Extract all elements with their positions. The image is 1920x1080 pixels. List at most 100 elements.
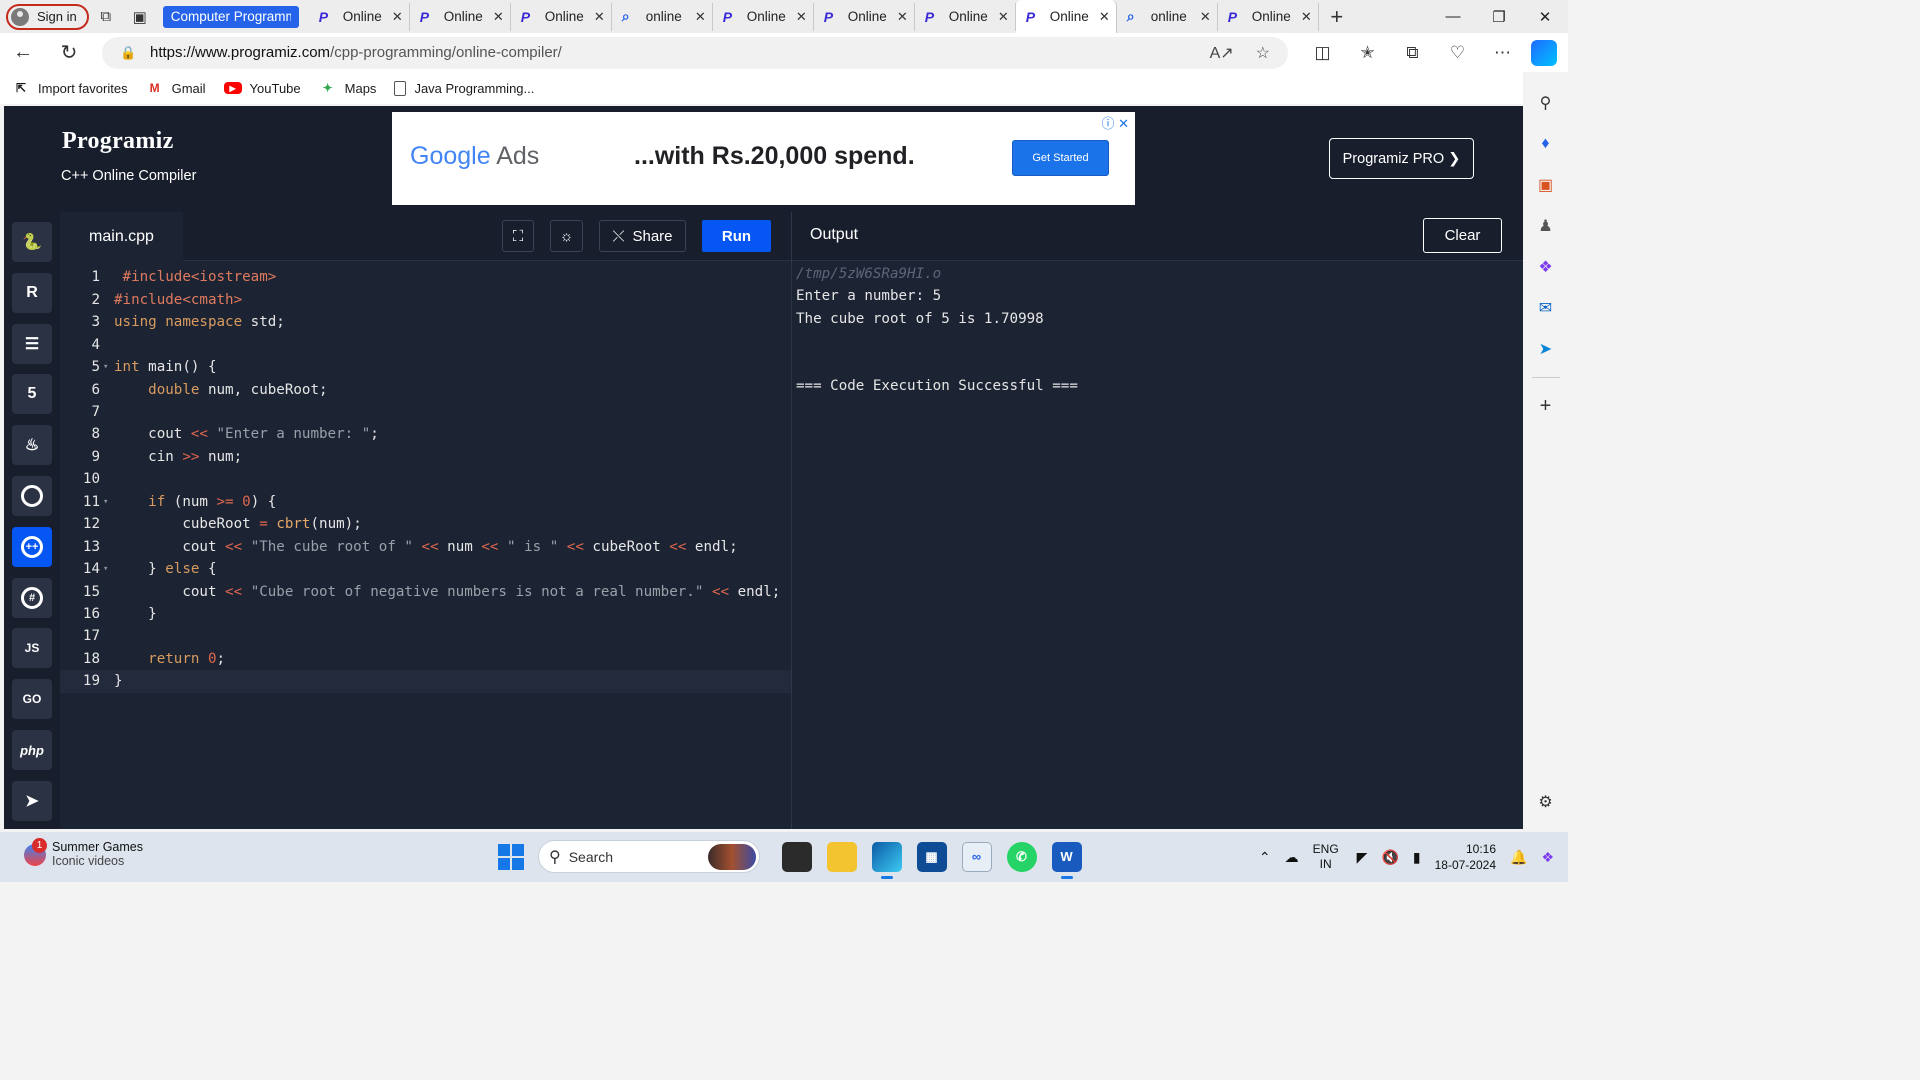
fold-arrow-icon[interactable]: ▾ [100, 564, 114, 574]
code-line[interactable]: 1 #include<iostream> [60, 266, 791, 289]
taskbar-search[interactable]: ⚲ Search [538, 840, 760, 873]
sidebar-outlook-icon[interactable]: ✉ [1539, 287, 1552, 328]
language-cpp-button[interactable]: ++ [12, 526, 52, 567]
browser-tab[interactable]: P Online ✕ [1218, 2, 1319, 31]
sidebar-copilot-icon[interactable]: ❖ [1538, 246, 1552, 287]
browser-tab[interactable]: P Online ✕ [713, 2, 814, 31]
lock-icon[interactable]: 🔒 [120, 45, 136, 61]
favorites-icon[interactable]: ✭ [1345, 43, 1390, 63]
code-line[interactable]: 7 [60, 401, 791, 424]
browser-tab[interactable]: Computer Programmin [162, 5, 299, 28]
close-tab-icon[interactable]: ✕ [796, 9, 807, 25]
bookmark-java-programming[interactable]: Java Programming... [394, 80, 534, 96]
browser-tab[interactable]: ⌕ online ✕ [612, 2, 713, 31]
sidebar-add-icon[interactable]: + [1540, 386, 1552, 427]
browser-tab[interactable]: P Online ✕ [1015, 0, 1117, 33]
new-tab-button[interactable]: + [1319, 4, 1355, 30]
favorite-star-icon[interactable]: ☆ [1256, 43, 1270, 63]
language-java-button[interactable]: ♨ [12, 425, 52, 466]
volume-muted-icon[interactable]: 🔇 [1381, 849, 1398, 866]
ad-get-started-button[interactable]: Get Started [1012, 140, 1109, 176]
wifi-icon[interactable]: ◤ [1357, 849, 1368, 866]
close-tab-icon[interactable]: ✕ [392, 9, 403, 25]
language-c-button[interactable] [12, 476, 52, 516]
widgets-button[interactable]: 1 Summer Games Iconic videos [24, 838, 143, 868]
language-csharp-button[interactable]: # [12, 577, 52, 618]
clear-button[interactable]: Clear [1423, 218, 1502, 253]
browser-tab[interactable]: P Online ✕ [814, 2, 915, 31]
whatsapp-icon[interactable]: ✆ [1006, 841, 1037, 872]
fold-arrow-icon[interactable]: ▾ [100, 362, 114, 372]
collections-icon[interactable]: ⧉ [1390, 43, 1435, 63]
code-line[interactable]: 5 ▾ int main() { [60, 356, 791, 379]
language-php-button[interactable]: php [12, 730, 52, 770]
close-tab-icon[interactable]: ✕ [1200, 9, 1211, 25]
vpn-app-icon[interactable]: ∞ [961, 841, 992, 872]
bookmark-import-favorites[interactable]: ⇱ Import favorites [12, 80, 128, 96]
share-button[interactable]: ⤬ Share [599, 220, 686, 252]
clock[interactable]: 10:16 18-07-2024 [1435, 841, 1496, 873]
language-go-button[interactable]: GO [12, 679, 52, 720]
copilot-icon[interactable] [1531, 39, 1557, 66]
more-menu-icon[interactable]: ⋯ [1480, 43, 1525, 63]
code-line[interactable]: 18 return 0; [60, 648, 791, 671]
code-line[interactable]: 10 [60, 468, 791, 491]
bookmark-youtube[interactable]: ▶ YouTube [223, 81, 301, 96]
chevron-up-icon[interactable]: ⌃ [1259, 849, 1271, 866]
sidebar-send-icon[interactable]: ➤ [1539, 328, 1552, 369]
language-swift-button[interactable]: ➤ [12, 780, 52, 821]
code-line[interactable]: 17 [60, 625, 791, 648]
ad-info-close-icon[interactable]: ⓘ ✕ [1101, 113, 1129, 132]
code-line[interactable]: 14 ▾ } else { [60, 558, 791, 581]
fold-arrow-icon[interactable]: ▾ [100, 497, 114, 507]
code-line[interactable]: 2 #include<cmath> [60, 288, 791, 311]
language-python-button[interactable]: 🐍 [12, 222, 52, 262]
microsoft-store-icon[interactable]: ▦ [916, 841, 947, 872]
tab-actions-icon[interactable]: ▣ [123, 4, 157, 30]
programiz-pro-button[interactable]: Programiz PRO ❯ [1329, 138, 1474, 179]
theme-toggle-icon[interactable]: ☼ [550, 220, 583, 252]
programiz-logo[interactable]: Programiz [62, 128, 174, 155]
language-html-button[interactable]: 5 [12, 374, 52, 415]
back-icon[interactable]: ← [0, 41, 46, 64]
close-tab-icon[interactable]: ✕ [998, 9, 1009, 25]
code-line[interactable]: 12 cubeRoot = cbrt(num); [60, 513, 791, 536]
code-line[interactable]: 15 cout << "Cube root of negative number… [60, 580, 791, 603]
close-tab-icon[interactable]: ✕ [897, 9, 908, 25]
edge-browser-icon[interactable] [871, 841, 902, 879]
code-line[interactable]: 11 ▾ if (num >= 0) { [60, 491, 791, 514]
code-editor[interactable]: 1 #include<iostream> 2 #include<cmath> 3 usi… [60, 261, 791, 829]
file-tab-main-cpp[interactable]: main.cpp [60, 212, 183, 261]
refresh-icon[interactable]: ↻ [46, 40, 92, 65]
language-r-button[interactable]: R [12, 272, 52, 313]
sidebar-tools-icon[interactable]: ▣ [1538, 164, 1553, 205]
code-line[interactable]: 4 [60, 333, 791, 356]
language-js-button[interactable]: JS [12, 628, 52, 669]
run-button[interactable]: Run [702, 220, 771, 252]
sidebar-games-icon[interactable]: ♟ [1538, 205, 1552, 246]
word-icon[interactable]: W [1051, 841, 1082, 879]
bookmark-maps[interactable]: ✦ Maps [319, 80, 377, 96]
sidebar-search-icon[interactable]: ⚲ [1540, 82, 1552, 123]
close-window-icon[interactable]: ✕ [1522, 0, 1568, 33]
code-line[interactable]: 13 cout << "The cube root of " << num <<… [60, 535, 791, 558]
bookmark-gmail[interactable]: M Gmail [146, 80, 206, 96]
code-line[interactable]: 16 } [60, 603, 791, 626]
close-tab-icon[interactable]: ✕ [695, 9, 706, 25]
copilot-tray-icon[interactable]: ❖ [1541, 849, 1554, 866]
fullscreen-icon[interactable]: ⛶ [502, 220, 534, 252]
task-view-icon[interactable] [781, 841, 812, 872]
split-screen-icon[interactable]: ◫ [1300, 43, 1345, 63]
onedrive-icon[interactable]: ☁ [1285, 849, 1299, 866]
code-line[interactable]: 6 double num, cubeRoot; [60, 378, 791, 401]
browser-tab[interactable]: P Online ✕ [511, 2, 612, 31]
url-field[interactable]: 🔒 https://www.programiz.com/cpp-programm… [102, 36, 1288, 69]
battery-icon[interactable]: ▮ [1413, 849, 1421, 866]
notifications-bell-icon[interactable]: 🔔 [1510, 849, 1527, 866]
language-indicator[interactable]: ENG IN [1313, 842, 1339, 872]
browser-tab[interactable]: P Online ✕ [410, 2, 511, 31]
sidebar-shopping-icon[interactable]: ♦ [1541, 123, 1549, 164]
close-tab-icon[interactable]: ✕ [493, 9, 504, 25]
browser-essentials-icon[interactable]: ♡ [1435, 43, 1480, 63]
file-explorer-icon[interactable] [826, 841, 857, 872]
